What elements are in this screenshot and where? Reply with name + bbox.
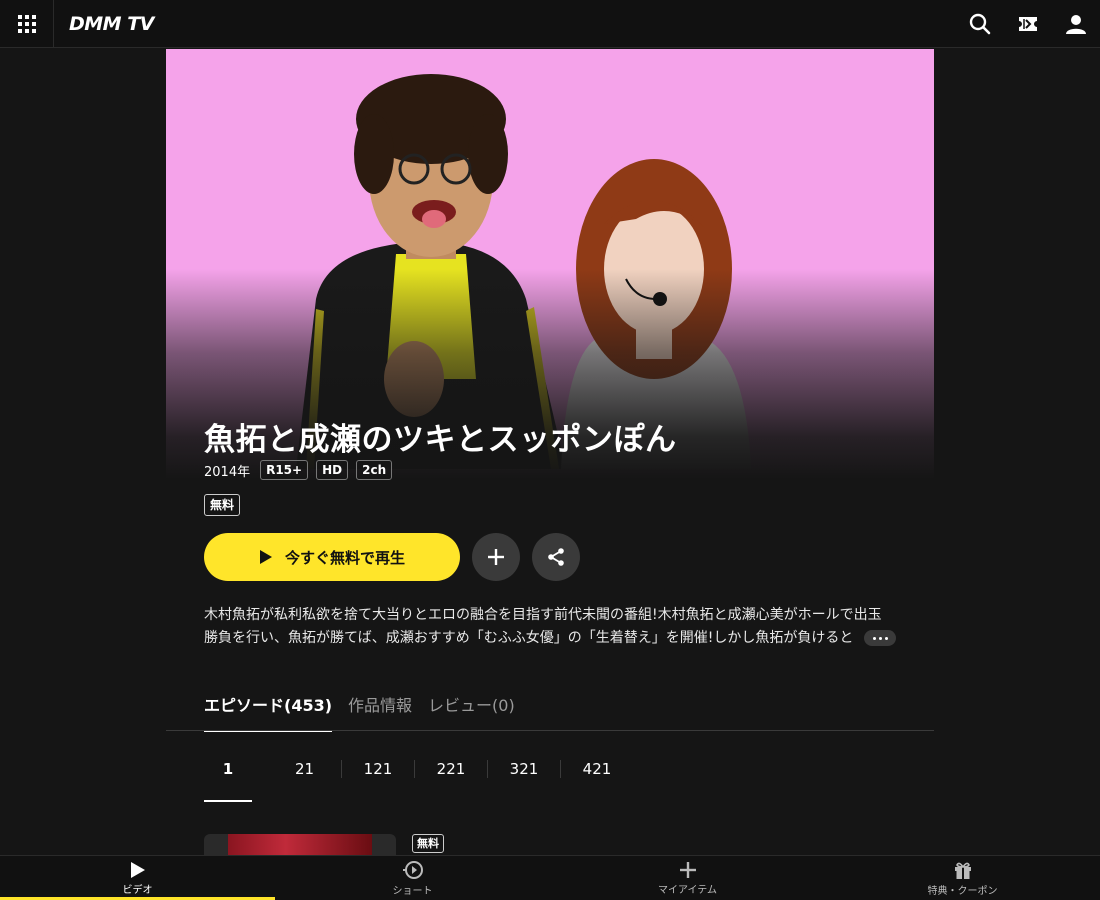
description-line-1: 木村魚拓が私利私欲を捨て大当りとエロの融合を目指す前代未聞の番組!木村魚拓と成瀬… bbox=[204, 607, 882, 623]
add-to-list-button[interactable] bbox=[472, 533, 520, 581]
ticket-button[interactable] bbox=[1004, 0, 1052, 48]
title-meta: 2014年 R15+ HD 2ch bbox=[204, 460, 393, 480]
episode-range-selector: 1 21 121 221 321 421 bbox=[204, 760, 633, 802]
episode-free-badge: 無料 bbox=[412, 834, 444, 853]
play-icon bbox=[259, 550, 272, 564]
range-321[interactable]: 321 bbox=[487, 760, 560, 778]
range-121[interactable]: 121 bbox=[341, 760, 414, 778]
share-button[interactable] bbox=[532, 533, 580, 581]
rating-badge: R15+ bbox=[260, 460, 309, 480]
range-21[interactable]: 21 bbox=[268, 760, 341, 778]
share-icon bbox=[548, 548, 564, 566]
tabs-divider bbox=[166, 730, 934, 731]
play-button-label: 今すぐ無料で再生 bbox=[284, 548, 405, 567]
gift-icon bbox=[954, 862, 971, 879]
header-actions bbox=[956, 0, 1100, 48]
range-421[interactable]: 421 bbox=[560, 760, 633, 778]
play-icon bbox=[130, 861, 145, 878]
ticket-icon bbox=[1019, 17, 1037, 31]
description: 木村魚拓が私利私欲を捨て大当りとエロの融合を目指す前代未聞の番組!木村魚拓と成瀬… bbox=[204, 604, 894, 650]
search-icon bbox=[969, 13, 991, 35]
nav-short-label: ショート bbox=[392, 885, 433, 897]
nav-coupons[interactable]: 特典・クーポン bbox=[825, 856, 1100, 900]
short-video-icon bbox=[402, 860, 423, 879]
range-1[interactable]: 1 bbox=[204, 760, 252, 802]
quality-badge: HD bbox=[316, 460, 349, 480]
account-button[interactable] bbox=[1052, 0, 1100, 48]
tab-info[interactable]: 作品情報 bbox=[348, 692, 412, 730]
content-tabs: エピソード(453) 作品情報 レビュー(0) bbox=[204, 692, 515, 732]
free-badge: 無料 bbox=[204, 494, 241, 516]
release-year: 2014年 bbox=[204, 464, 251, 480]
tab-episodes[interactable]: エピソード(453) bbox=[204, 692, 333, 732]
plus-icon bbox=[488, 549, 504, 565]
nav-my-items-label: マイアイテム bbox=[658, 884, 717, 896]
range-221[interactable]: 221 bbox=[414, 760, 487, 778]
expand-description-button[interactable] bbox=[864, 630, 896, 646]
dmm-tv-logo[interactable]: DMM TV bbox=[69, 13, 154, 35]
nav-video[interactable]: ビデオ bbox=[0, 856, 275, 900]
search-button[interactable] bbox=[956, 0, 1004, 48]
nav-short[interactable]: ショート bbox=[275, 856, 550, 900]
plus-icon bbox=[679, 861, 696, 878]
description-line-2: 勝負を行い、魚拓が勝てば、成瀬おすすめ「むふふ女優」の「生着替え」を開催!しかし… bbox=[204, 630, 854, 646]
bottom-navigation: ビデオ ショート マイアイテム 特典・クーポン bbox=[0, 855, 1100, 900]
grid-menu-icon bbox=[17, 14, 36, 33]
nav-video-label: ビデオ bbox=[122, 884, 153, 896]
play-now-button[interactable]: 今すぐ無料で再生 bbox=[204, 533, 460, 581]
nav-my-items[interactable]: マイアイテム bbox=[550, 856, 825, 900]
user-icon bbox=[1066, 15, 1086, 34]
audio-badge: 2ch bbox=[356, 460, 393, 480]
nav-coupons-label: 特典・クーポン bbox=[927, 885, 998, 897]
tab-reviews[interactable]: レビュー(0) bbox=[428, 692, 515, 730]
top-header: DMM TV bbox=[0, 0, 1100, 48]
menu-button[interactable] bbox=[0, 0, 54, 48]
page-title: 魚拓と成瀬のツキとスッポンぽん bbox=[204, 422, 677, 458]
